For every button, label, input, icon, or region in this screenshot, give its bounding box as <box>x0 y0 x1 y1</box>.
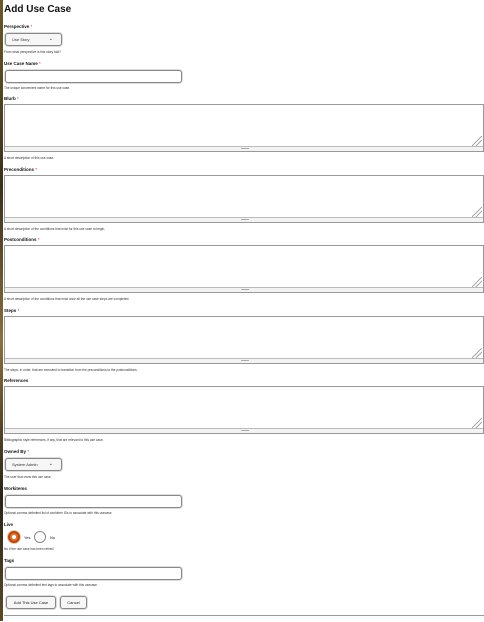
live-no-label[interactable]: No <box>50 535 55 540</box>
required-mark: * <box>27 449 30 454</box>
required-mark: * <box>37 237 40 242</box>
live-help: No if the use case has been retired. <box>4 547 55 551</box>
references-group: References <box>4 378 484 383</box>
use-case-name-help: The unique convenient name for this use … <box>4 86 71 90</box>
resize-handle-icon[interactable] <box>472 418 482 428</box>
owned-by-help: The user that owns this use case. <box>4 475 52 479</box>
textarea-grip[interactable] <box>5 428 483 433</box>
tags-input[interactable] <box>5 567 182 580</box>
owned-by-group: Owned By * <box>4 449 484 454</box>
tags-help: Optional comma delimited text tags to as… <box>4 583 98 587</box>
required-mark: * <box>30 24 33 29</box>
steps-textarea[interactable] <box>4 316 484 364</box>
postconditions-help: A short description of the conditions th… <box>4 297 130 301</box>
postconditions-textarea[interactable] <box>4 245 484 293</box>
steps-help: The steps, in order, that are executed t… <box>4 368 138 372</box>
perspective-group: Perspective * <box>4 24 484 29</box>
references-help: Bibliographic style references, if any, … <box>4 438 104 442</box>
tags-label: Tags <box>4 558 15 563</box>
live-yes-label[interactable]: Yes <box>24 535 31 540</box>
live-yes-radio[interactable] <box>8 531 20 543</box>
resize-handle-icon[interactable] <box>472 207 482 217</box>
left-window-edge <box>0 0 3 621</box>
required-mark: * <box>35 167 38 172</box>
references-textarea[interactable] <box>4 386 484 434</box>
perspective-help: From what perspective is this story told… <box>4 50 61 54</box>
workitems-label: Workitems <box>4 486 27 491</box>
add-use-case-button[interactable]: Add This Use Case <box>6 596 56 609</box>
textarea-grip[interactable] <box>5 217 483 222</box>
use-case-name-group: Use Case Name * <box>4 61 484 66</box>
steps-label: Steps <box>4 308 17 313</box>
textarea-grip[interactable] <box>5 287 483 292</box>
textarea-grip[interactable] <box>5 146 483 151</box>
preconditions-group: Preconditions * <box>4 167 484 172</box>
live-label: Live <box>4 522 14 527</box>
live-no-radio[interactable] <box>34 531 46 543</box>
use-case-name-input[interactable] <box>5 70 182 83</box>
resize-handle-icon[interactable] <box>472 277 482 287</box>
chevron-down-icon: ⌄ <box>48 36 53 42</box>
tags-group: Tags <box>4 558 484 563</box>
perspective-label: Perspective <box>4 24 30 29</box>
owned-by-select[interactable]: System Admin ⌄ <box>5 458 62 471</box>
postconditions-label: Postconditions <box>4 237 37 242</box>
owned-by-label: Owned By <box>4 449 27 454</box>
preconditions-help: A short description of the conditions th… <box>4 227 106 231</box>
live-group: Live <box>4 522 484 527</box>
chevron-down-icon: ⌄ <box>48 461 53 467</box>
use-case-name-label: Use Case Name <box>4 61 38 66</box>
blurb-help: A short description of this use case. <box>4 156 55 160</box>
textarea-grip[interactable] <box>5 358 483 363</box>
blurb-label: Blurb <box>4 96 16 101</box>
required-mark: * <box>39 61 41 66</box>
postconditions-group: Postconditions * <box>4 237 484 242</box>
required-mark: * <box>17 308 20 313</box>
preconditions-label: Preconditions <box>4 167 35 172</box>
references-label: References <box>4 378 29 383</box>
perspective-value: Use Story <box>12 37 30 42</box>
steps-group: Steps * <box>4 308 484 313</box>
resize-handle-icon[interactable] <box>472 136 482 146</box>
preconditions-textarea[interactable] <box>4 175 484 223</box>
perspective-select[interactable]: Use Story ⌄ <box>5 33 62 46</box>
blurb-group: Blurb * <box>4 96 484 101</box>
resize-handle-icon[interactable] <box>472 348 482 358</box>
page-title: Add Use Case <box>4 4 72 15</box>
cancel-button[interactable]: Cancel <box>60 596 87 609</box>
workitems-input[interactable] <box>5 495 182 508</box>
required-mark: * <box>17 96 19 101</box>
blurb-textarea[interactable] <box>4 104 484 152</box>
workitems-group: Workitems <box>4 486 484 491</box>
owned-by-value: System Admin <box>12 462 38 467</box>
workitems-help: Optional comma delimited list of workite… <box>4 511 113 515</box>
